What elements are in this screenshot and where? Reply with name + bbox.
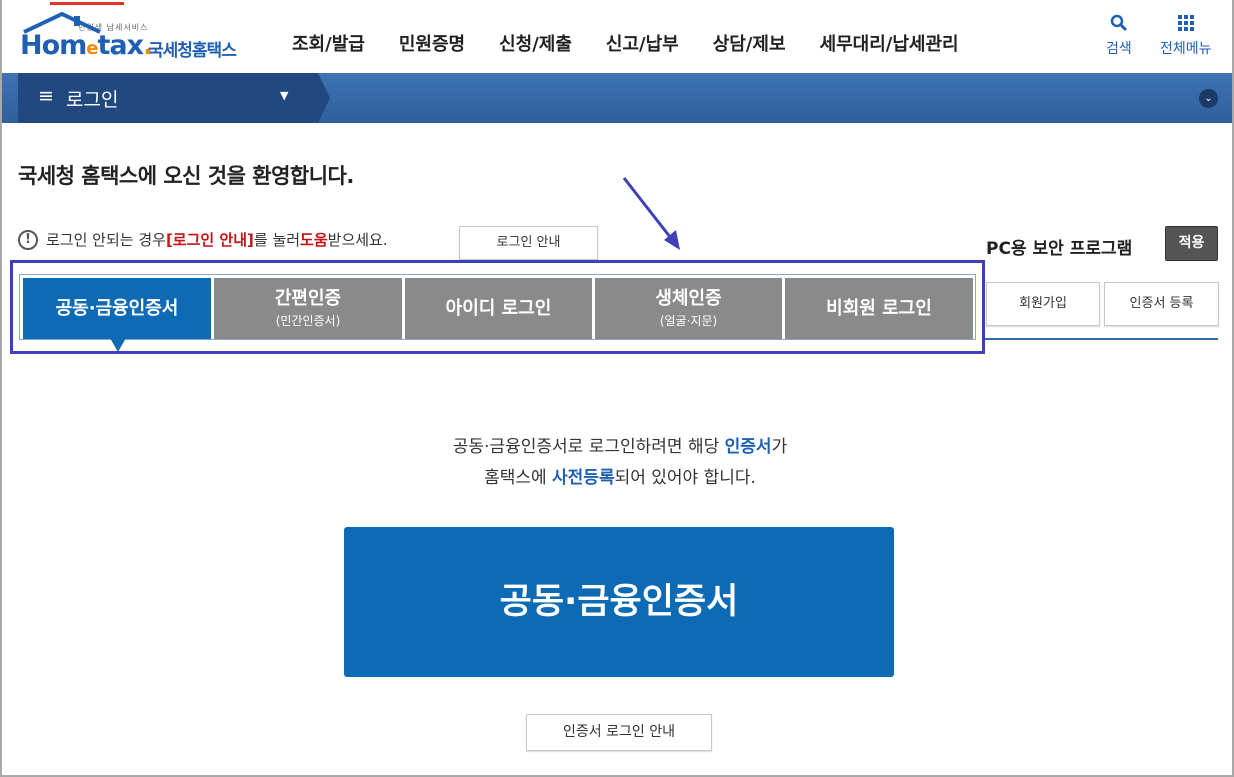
breadcrumb-dropdown[interactable]: ≡ 로그인 ▼ (18, 73, 330, 123)
nav-report[interactable]: 신고/납부 (606, 30, 679, 56)
notice-text: 받으세요. (327, 231, 388, 249)
desc-text: 공동·금융인증서로 로그인하려면 해당 (452, 437, 725, 457)
nav-certificate[interactable]: 민원증명 (399, 30, 465, 56)
logo-word: Hometax. (20, 30, 153, 61)
chevron-down-icon[interactable]: ⌄ (1199, 89, 1218, 108)
breadcrumb-band: ≡ 로그인 ▼ ⌄ (2, 73, 1232, 123)
all-menu-label: 전체메뉴 (1160, 41, 1212, 57)
apply-button[interactable]: 적용 (1165, 226, 1218, 261)
login-guide-button[interactable]: 로그인 안내 (459, 226, 598, 260)
login-notice: ! 로그인 안되는 경우 [로그인 안내] 를 눌러 도움 받으세요. (18, 229, 388, 250)
cert-login-guide-button[interactable]: 인증서 로그인 안내 (526, 714, 712, 751)
joint-cert-login-button[interactable]: 공동·금융인증서 (344, 527, 894, 677)
nav-agent[interactable]: 세무대리/납세관리 (820, 30, 959, 56)
description-line-1: 공동·금융인증서로 로그인하려면 해당 인증서가 (310, 432, 930, 457)
nav-consult[interactable]: 상담/제보 (713, 30, 786, 56)
all-menu-button[interactable]: 전체메뉴 (1160, 14, 1212, 58)
notice-highlight: [로그인 안내] (165, 231, 254, 249)
welcome-title: 국세청 홈택스에 오신 것을 환영합니다. (18, 164, 354, 188)
hamburger-icon: ≡ (38, 85, 54, 107)
logo-korean: 국세청홈택스 (148, 41, 237, 61)
hometax-logo[interactable]: 민원생 납세서비스 Hometax. 국세청홈택스 (20, 12, 250, 64)
breadcrumb-label: 로그인 (66, 89, 119, 111)
caret-down-icon: ▼ (280, 89, 289, 102)
pc-security-label: PC용 보안 프로그램 (986, 239, 1133, 259)
desc-text: 가 (771, 437, 788, 457)
exclamation-icon: ! (18, 229, 38, 250)
search-button[interactable]: 검색 (1106, 14, 1132, 58)
divider-line (985, 338, 1218, 340)
desc-highlight: 인증서 (724, 437, 772, 457)
notice-help: 도움 (300, 231, 328, 249)
accent-strip (50, 2, 124, 5)
cert-register-button[interactable]: 인증서 등록 (1104, 282, 1219, 326)
grid-menu-icon (1160, 14, 1212, 38)
description-line-2: 홈택스에 사전등록되어 있어야 합니다. (310, 463, 930, 488)
main-nav: 조회/발급 민원증명 신청/제출 신고/납부 상담/제보 세무대리/납세관리 (292, 30, 993, 56)
desc-text: 되어 있어야 합니다. (614, 468, 756, 488)
search-label: 검색 (1106, 41, 1132, 57)
desc-highlight: 사전등록 (552, 468, 615, 488)
annotation-arrow-icon (622, 177, 680, 250)
nav-apply[interactable]: 신청/제출 (499, 30, 572, 56)
highlight-box (10, 260, 985, 354)
nav-inquiry[interactable]: 조회/발급 (292, 30, 365, 56)
notice-text: 를 눌러 (253, 231, 301, 249)
notice-text: 로그인 안되는 경우 (46, 231, 166, 249)
top-header: 민원생 납세서비스 Hometax. 국세청홈택스 조회/발급 민원증명 신청/… (2, 0, 1232, 73)
signup-button[interactable]: 회원가입 (986, 282, 1100, 326)
search-icon (1106, 14, 1132, 38)
desc-text: 홈택스에 (484, 468, 553, 488)
